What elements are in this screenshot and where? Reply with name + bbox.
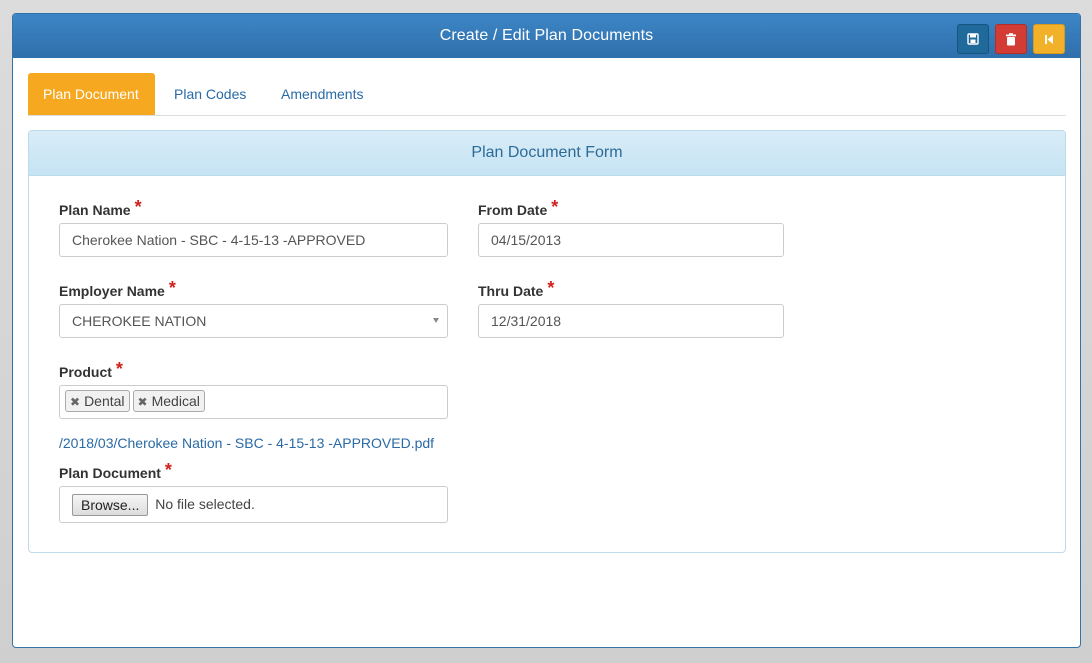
remove-tag-icon[interactable]: ✖	[70, 395, 80, 409]
plan-name-label-text: Plan Name	[59, 202, 131, 218]
employer-name-label-text: Employer Name	[59, 283, 165, 299]
thru-date-label: Thru Date *	[478, 278, 555, 301]
plan-document-file-input: Browse... No file selected.	[59, 486, 448, 523]
required-mark: *	[134, 197, 142, 217]
back-button[interactable]	[1033, 24, 1065, 54]
tag-label: Dental	[84, 393, 125, 409]
chevron-down-icon	[433, 318, 439, 323]
required-mark: *	[115, 359, 123, 379]
product-label-text: Product	[59, 364, 112, 380]
required-mark: *	[547, 278, 555, 298]
employer-name-label: Employer Name *	[59, 278, 176, 301]
plan-document-label-text: Plan Document	[59, 465, 161, 481]
existing-file-link[interactable]: /2018/03/Cherokee Nation - SBC - 4-15-13…	[59, 435, 434, 451]
product-tag-medical: ✖ Medical	[132, 390, 205, 412]
required-mark: *	[168, 278, 176, 298]
from-date-label-text: From Date	[478, 202, 548, 218]
required-mark: *	[551, 197, 559, 217]
employer-name-value: CHEROKEE NATION	[72, 313, 207, 329]
plan-name-label: Plan Name *	[59, 197, 142, 220]
window-title: Create / Edit Plan Documents	[439, 27, 654, 44]
browse-button[interactable]: Browse...	[72, 494, 149, 517]
plan-document-form-panel: Plan Document Form Plan Name * Cherokee N…	[28, 130, 1066, 553]
from-date-input[interactable]: 04/15/2013	[478, 223, 784, 257]
window-titlebar: Create / Edit Plan Documents	[13, 14, 1080, 58]
plan-name-input[interactable]: Cherokee Nation - SBC - 4-15-13 -APPROVE…	[59, 223, 448, 257]
plan-documents-window: Create / Edit Plan Documents Plan Docume…	[12, 13, 1081, 648]
trash-icon	[1006, 32, 1016, 45]
thru-date-input[interactable]: 12/31/2018	[478, 304, 784, 338]
back-icon	[1045, 34, 1053, 44]
product-tag-dental: ✖ Dental	[65, 390, 130, 412]
product-label: Product *	[59, 359, 123, 382]
tag-label: Medical	[151, 393, 200, 409]
delete-button[interactable]	[995, 24, 1027, 54]
tab-plan-document[interactable]: Plan Document	[28, 73, 155, 115]
save-button[interactable]	[957, 24, 989, 54]
file-status: No file selected.	[155, 496, 255, 512]
tab-bar: Plan Document Plan Codes Amendments	[28, 73, 1066, 116]
from-date-label: From Date *	[478, 197, 559, 220]
form-heading: Plan Document Form	[29, 131, 1065, 176]
required-mark: *	[164, 460, 172, 480]
save-icon	[967, 33, 979, 45]
tab-amendments[interactable]: Amendments	[266, 73, 378, 115]
tab-plan-codes[interactable]: Plan Codes	[159, 73, 261, 115]
plan-document-label: Plan Document *	[59, 460, 172, 483]
employer-name-select[interactable]: CHEROKEE NATION	[59, 304, 448, 338]
product-multiselect[interactable]: ✖ Dental ✖ Medical	[59, 385, 448, 419]
remove-tag-icon[interactable]: ✖	[138, 395, 148, 409]
thru-date-label-text: Thru Date	[478, 283, 544, 299]
